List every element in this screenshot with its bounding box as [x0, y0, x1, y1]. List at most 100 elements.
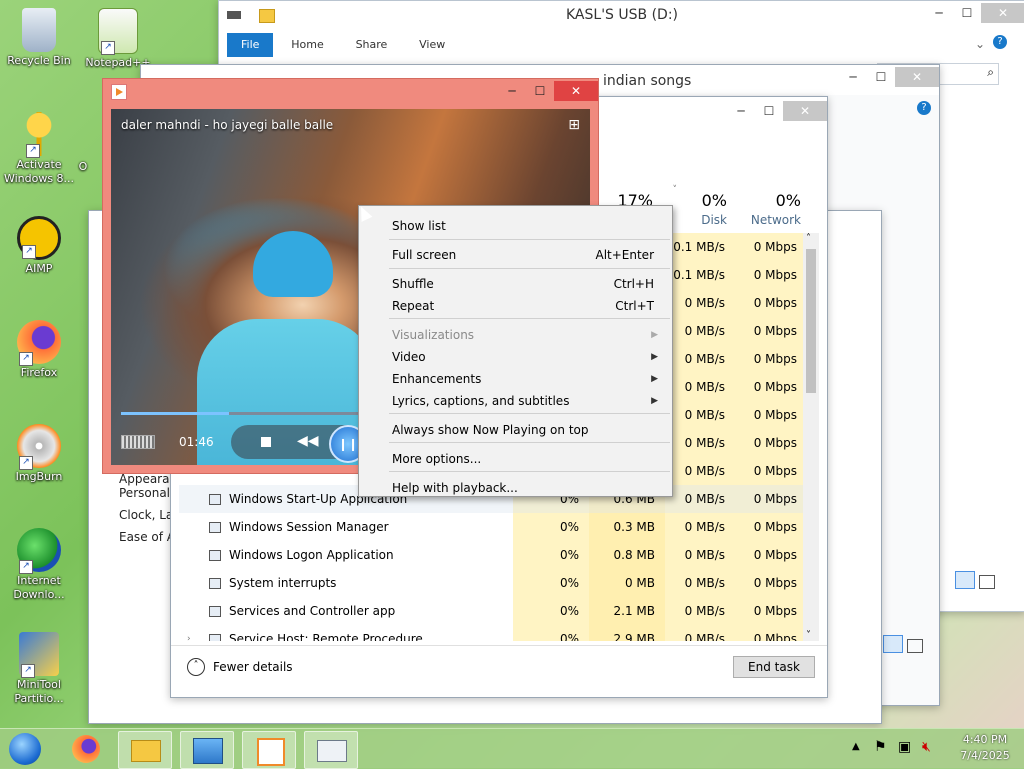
start-button[interactable]: [6, 731, 44, 767]
clock-time: 4:40 PM: [962, 733, 1008, 746]
cp-item-clock[interactable]: Clock, La: [119, 505, 177, 525]
close-button[interactable]: ✕: [783, 101, 827, 121]
maximize-button[interactable]: ☐: [526, 81, 554, 101]
desktop-icon-notepadpp[interactable]: ↗ Notepad++: [82, 8, 154, 70]
maximize-button[interactable]: ☐: [953, 3, 981, 23]
maximize-button[interactable]: ☐: [755, 101, 783, 121]
menu-item-repeat[interactable]: Repeat Ctrl+T: [392, 296, 658, 316]
menu-item-full-screen[interactable]: Full screen Alt+Enter: [392, 245, 658, 265]
desktop-icon-idm[interactable]: ↗ Internet Downlo...: [3, 528, 75, 602]
desktop-icon-firefox[interactable]: ↗ Firefox: [3, 320, 75, 380]
title-bar[interactable]: KASL'S USB (D:) ─ ☐ ✕: [219, 1, 1024, 31]
process-row[interactable]: Services and Controller app 0% 2.1 MB 0 MB/…: [179, 597, 819, 625]
process-row[interactable]: Windows Logon Application 0% 0.8 MB 0 MB/s 0…: [179, 541, 819, 569]
taskbar-media-player[interactable]: [242, 731, 296, 769]
menu-item-help-with-playback[interactable]: Help with playback...: [392, 478, 658, 498]
network-icon[interactable]: ▣: [898, 739, 911, 755]
taskbar-explorer[interactable]: [118, 731, 172, 769]
menu-item-video[interactable]: Video ▶: [392, 347, 658, 367]
help-icon[interactable]: ?: [993, 35, 1007, 49]
disk-cell: 0 MB/s: [684, 324, 725, 338]
title-bar[interactable]: ─ ☐ ✕: [103, 79, 598, 105]
menu-item-lyrics-captions-and-subtitles[interactable]: Lyrics, captions, and subtitles ▶: [392, 391, 658, 411]
menu-item-shortcut: Alt+Enter: [595, 248, 654, 262]
minimize-button[interactable]: ─: [498, 81, 526, 101]
fewer-details-link[interactable]: Fewer details: [213, 660, 293, 674]
collapse-icon[interactable]: ˄: [187, 658, 205, 676]
window-title: KASL'S USB (D:): [566, 7, 678, 23]
tab-file[interactable]: File: [227, 33, 274, 57]
process-row[interactable]: System interrupts 0% 0 MB 0 MB/s 0 Mbps: [179, 569, 819, 597]
clock-date: 7/4/2025: [960, 749, 1010, 762]
cp-item-personalization[interactable]: Personali: [119, 483, 177, 503]
minimize-button[interactable]: ─: [727, 101, 755, 121]
minimize-button[interactable]: ─: [839, 67, 867, 87]
desktop-icon-partial[interactable]: O: [68, 160, 98, 174]
expand-icon[interactable]: ›: [187, 625, 191, 641]
menu-item-shortcut: Ctrl+H: [613, 277, 654, 291]
menu-item-always-show-now-playing-on-top[interactable]: Always show Now Playing on top: [392, 420, 658, 440]
desktop-icon-label: O: [78, 160, 88, 173]
menu-separator: [389, 471, 670, 472]
close-button[interactable]: ✕: [981, 3, 1024, 23]
disk-header-label[interactable]: Disk: [701, 213, 727, 227]
disk-cell: 0 MB/s: [684, 520, 725, 534]
menu-item-show-list[interactable]: Show list: [392, 216, 658, 236]
desktop-icon-minitool[interactable]: ↗ MiniTool Partitio...: [3, 632, 75, 706]
process-row[interactable]: › Service Host: Remote Procedure... 0% 2.9 …: [179, 625, 819, 641]
menu-item-enhancements[interactable]: Enhancements ▶: [392, 369, 658, 389]
tab-home[interactable]: Home: [277, 33, 337, 57]
submenu-arrow-icon: ▶: [651, 374, 658, 384]
large-icons-view-icon[interactable]: [978, 575, 995, 589]
show-hidden-icons-icon[interactable]: ▲: [852, 741, 860, 752]
close-button[interactable]: ✕: [895, 67, 939, 87]
details-view-icon[interactable]: [955, 571, 975, 589]
desktop-icon-imgburn[interactable]: ↗ ImgBurn: [3, 424, 75, 484]
cp-item-ease[interactable]: Ease of A: [119, 527, 177, 547]
context-menu[interactable]: Show list Full screen Alt+Enter Shuffle Ctrl…: [358, 205, 673, 497]
end-task-button[interactable]: End task: [733, 656, 815, 678]
volume-muted-icon[interactable]: 🔇︎: [922, 739, 931, 755]
switch-to-library-icon[interactable]: ⊞: [568, 117, 580, 133]
tab-view[interactable]: View: [405, 33, 459, 57]
close-button[interactable]: ✕: [554, 81, 598, 101]
clock[interactable]: 4:40 PM 7/4/2025: [950, 732, 1020, 764]
maximize-button[interactable]: ☐: [867, 67, 895, 87]
desktop-icon-label: MiniTool Partitio...: [14, 678, 64, 705]
cpu-cell: 0%: [559, 520, 579, 534]
taskbar-control-panel[interactable]: [180, 731, 234, 769]
view-toggle[interactable]: [883, 635, 923, 655]
tab-share[interactable]: Share: [342, 33, 402, 57]
ribbon-expand-icon[interactable]: ⌄: [975, 37, 985, 51]
menu-item-shuffle[interactable]: Shuffle Ctrl+H: [392, 274, 658, 294]
desktop-icon-activate-windows[interactable]: ↗ Activate Windows 8...: [3, 112, 75, 186]
large-icons-view-icon[interactable]: [906, 639, 923, 653]
scroll-down-icon[interactable]: ˅: [806, 630, 811, 641]
process-row[interactable]: Windows Session Manager 0% 0.3 MB 0 MB/s 0 M…: [179, 513, 819, 541]
details-view-icon[interactable]: [883, 635, 903, 653]
stop-button[interactable]: [261, 437, 271, 447]
scroll-thumb[interactable]: [806, 249, 816, 393]
disk-cell: 0 MB/s: [684, 464, 725, 478]
scroll-up-icon[interactable]: ˄: [806, 233, 811, 244]
action-center-flag-icon[interactable]: ⚑: [874, 739, 887, 755]
disk-cell: 0 MB/s: [684, 408, 725, 422]
net-cell: 0 Mbps: [753, 408, 797, 422]
net-cell: 0 Mbps: [753, 604, 797, 618]
taskbar-firefox[interactable]: [60, 731, 112, 767]
desktop-icon-recycle-bin[interactable]: Recycle Bin: [3, 8, 75, 68]
submenu-arrow-icon: ▶: [651, 330, 658, 340]
previous-button[interactable]: ◀◀: [297, 433, 319, 449]
disk-header-pct[interactable]: 0%: [702, 191, 727, 210]
desktop-icon-aimp[interactable]: ↗ AIMP: [3, 216, 75, 276]
net-header-pct[interactable]: 0%: [776, 191, 801, 210]
menu-item-more-options[interactable]: More options...: [392, 449, 658, 469]
view-toggle[interactable]: [955, 571, 995, 591]
net-header-label[interactable]: Network: [751, 213, 801, 227]
taskbar-task-manager[interactable]: [304, 731, 358, 769]
minimize-button[interactable]: ─: [925, 3, 953, 23]
help-icon[interactable]: ?: [917, 101, 931, 115]
seek-bar[interactable]: [121, 412, 361, 415]
scrollbar[interactable]: ˄ ˅: [803, 233, 819, 641]
view-toggle-icon[interactable]: [121, 435, 155, 449]
